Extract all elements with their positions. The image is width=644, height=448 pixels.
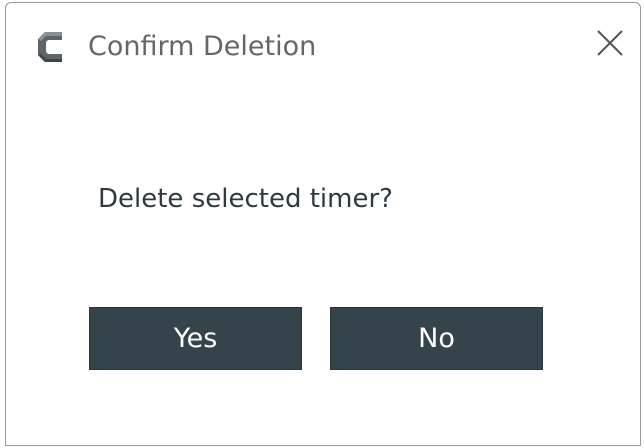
app-logo-icon [32, 26, 72, 68]
close-button[interactable] [588, 23, 632, 67]
close-icon [596, 29, 624, 61]
confirmation-message: Delete selected timer? [98, 184, 393, 214]
confirm-deletion-dialog: Confirm Deletion Delete selected timer? … [5, 2, 641, 446]
no-button[interactable]: No [330, 307, 543, 370]
title-bar[interactable]: Confirm Deletion [6, 3, 640, 93]
no-button-label: No [418, 323, 455, 354]
window-title: Confirm Deletion [88, 31, 317, 62]
yes-button-label: Yes [173, 323, 218, 354]
yes-button[interactable]: Yes [89, 307, 302, 370]
